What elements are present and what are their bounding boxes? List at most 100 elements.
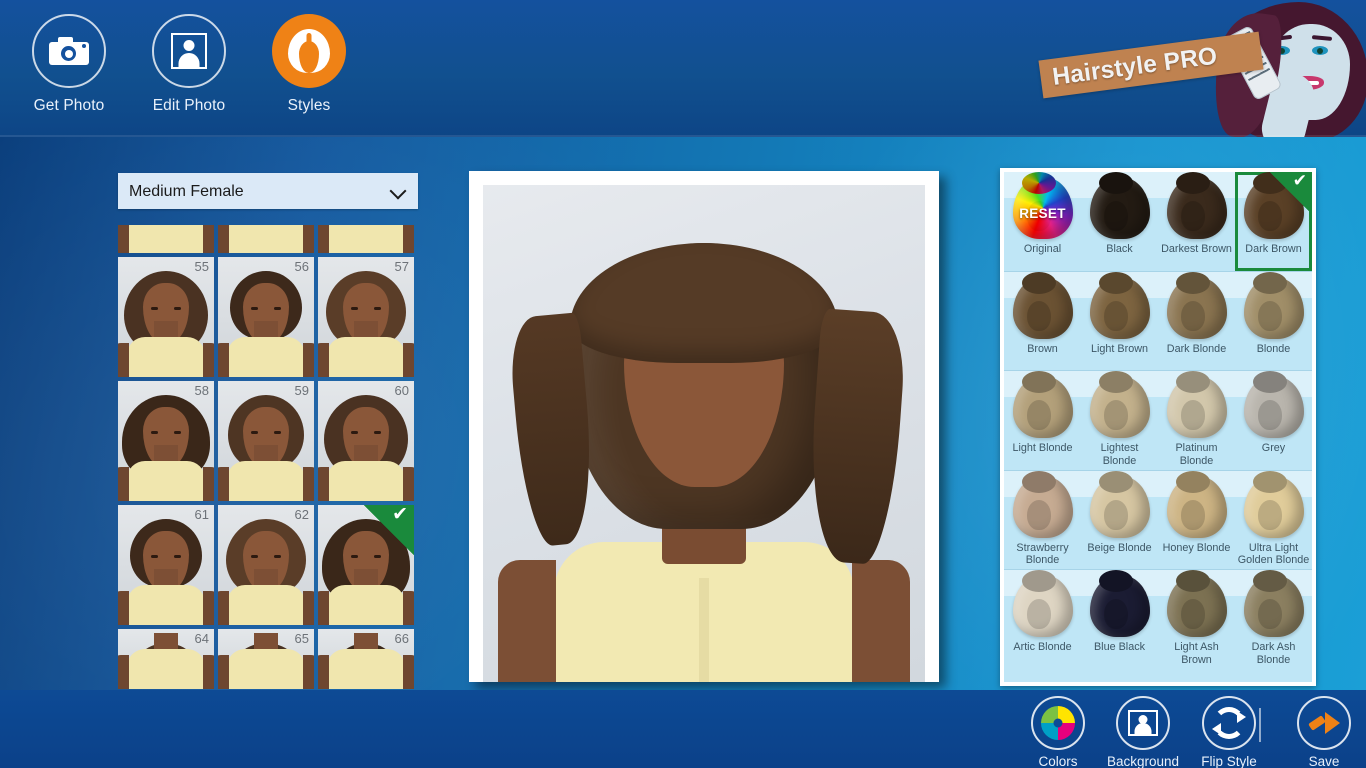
style-thumbnail-64[interactable]: 64 — [118, 629, 214, 689]
brand-logo: Hairstyle PRO — [1026, 0, 1366, 137]
get-photo-icon-ring — [32, 14, 106, 88]
color-wheel-icon — [1041, 706, 1075, 740]
color-name-label: Light Brown — [1090, 342, 1149, 355]
color-swatch-light-ash-brown[interactable]: Light Ash Brown — [1158, 570, 1235, 670]
thumbnail-number: 59 — [294, 383, 309, 398]
color-swatch-artic-blonde[interactable]: Artic Blonde — [1004, 570, 1081, 670]
color-name-label: Honey Blonde — [1162, 541, 1231, 554]
edit-photo-icon-ring — [152, 14, 226, 88]
list-item[interactable] — [318, 225, 414, 253]
photo-preview-panel[interactable] — [469, 171, 939, 682]
color-swatch-light-brown[interactable]: Light Brown — [1081, 272, 1158, 371]
color-swatch-blue-black[interactable]: Blue Black — [1081, 570, 1158, 670]
color-swatch-black[interactable]: Black — [1081, 172, 1158, 271]
thumbnail-row: 58 59 60 — [118, 381, 418, 501]
color-name-label: Strawberry Blonde — [1016, 541, 1069, 567]
color-name-label: Light Ash Brown — [1174, 641, 1219, 666]
toolbar-label-save: Save — [1308, 754, 1340, 768]
nav-button-styles[interactable]: Styles — [244, 14, 374, 115]
nav-label-edit-photo: Edit Photo — [152, 97, 226, 114]
bottom-toolbar: Colors Background Flip Style Save — [0, 690, 1366, 768]
color-swatch-strawberry-blonde[interactable]: Strawberry Blonde — [1004, 471, 1081, 570]
hair-swatch-icon — [1089, 475, 1150, 538]
nav-button-get-photo[interactable]: Get Photo — [4, 14, 134, 115]
color-name-label: Light Blonde — [1012, 442, 1073, 455]
color-name-label: Lightest Blonde — [1100, 442, 1139, 467]
thumbnail-row-partial — [118, 225, 418, 253]
list-item[interactable] — [118, 225, 214, 253]
style-thumbnail-56[interactable]: 56 — [218, 257, 314, 377]
hair-swatch-icon — [1243, 475, 1304, 538]
color-swatch-brown[interactable]: Brown — [1004, 272, 1081, 371]
color-swatch-dark-brown[interactable]: Dark Brown — [1235, 172, 1312, 271]
toolbar-button-flip-style[interactable]: Flip Style — [1175, 696, 1283, 768]
thumbnail-number: 64 — [194, 631, 209, 646]
style-category-dropdown[interactable]: Short FemaleMedium FemaleLong FemaleMale — [118, 173, 418, 209]
style-thumbnail-66[interactable]: 66 — [318, 629, 414, 689]
hairstyle-icon — [288, 29, 330, 73]
person-frame-icon — [171, 33, 207, 69]
color-swatch-lightest-blonde[interactable]: Lightest Blonde — [1081, 371, 1158, 470]
color-swatch-blonde[interactable]: Blonde — [1235, 272, 1312, 371]
style-thumbnail-58[interactable]: 58 — [118, 381, 214, 501]
color-swatch-dark-blonde[interactable]: Dark Blonde — [1158, 272, 1235, 371]
hair-swatch-icon — [1089, 575, 1150, 638]
hair-swatch-icon — [1243, 376, 1304, 439]
style-thumbnail-62[interactable]: 62 — [218, 505, 314, 625]
color-swatch-ultra-light-golden-blonde[interactable]: Ultra Light Golden Blonde — [1235, 471, 1312, 570]
background-icon-ring — [1116, 696, 1170, 750]
color-swatch-original[interactable]: RESET Original — [1004, 172, 1081, 271]
toolbar-divider — [1259, 708, 1261, 742]
reset-label: RESET — [1019, 206, 1066, 221]
color-name-label: Darkest Brown — [1161, 243, 1232, 255]
check-icon — [1270, 172, 1312, 214]
style-thumbnail-55[interactable]: 55 — [118, 257, 214, 377]
thumbnail-row: 55 56 57 — [118, 257, 418, 377]
hair-swatch-icon — [1166, 376, 1227, 439]
color-name-label: Dark Ash Blonde — [1251, 641, 1296, 666]
style-thumbnail-59[interactable]: 59 — [218, 381, 314, 501]
style-thumbnail-61[interactable]: 61 — [118, 505, 214, 625]
thumbnail-number: 65 — [294, 631, 309, 646]
color-swatch-grey[interactable]: Grey — [1235, 371, 1312, 470]
hair-color-palette[interactable]: RESET Original Black Darkest Brown Dark Brow… — [1000, 168, 1316, 686]
style-thumbnail-60[interactable]: 60 — [318, 381, 414, 501]
hair-swatch-icon — [1166, 276, 1227, 339]
thumbnail-row: 64 65 66 — [118, 629, 418, 689]
palette-row: Strawberry Blonde Beige Blonde Honey Blond… — [1004, 470, 1312, 571]
thumbnail-number: 57 — [394, 259, 409, 274]
color-swatch-darkest-brown[interactable]: Darkest Brown — [1158, 172, 1235, 271]
color-swatch-honey-blonde[interactable]: Honey Blonde — [1158, 471, 1235, 570]
hair-swatch-icon — [1012, 575, 1073, 638]
hair-swatch-icon — [1243, 575, 1304, 638]
hair-swatch-icon — [1012, 376, 1073, 439]
style-thumbnail-57[interactable]: 57 — [318, 257, 414, 377]
style-thumbnail-grid[interactable]: 55 56 57 58 59 60 61 62 63 64 65 66 — [118, 225, 418, 690]
toolbar-button-save[interactable]: Save — [1270, 696, 1366, 768]
color-swatch-dark-ash-blonde[interactable]: Dark Ash Blonde — [1235, 570, 1312, 670]
thumbnail-number: 60 — [394, 383, 409, 398]
thumbnail-number: 61 — [194, 507, 209, 522]
nav-button-edit-photo[interactable]: Edit Photo — [124, 14, 254, 115]
toolbar-label-flip-style: Flip Style — [1201, 754, 1257, 768]
thumbnail-number: 62 — [294, 507, 309, 522]
palette-row: Light Blonde Lightest Blonde Platinum Blon… — [1004, 371, 1312, 471]
thumbnail-number: 66 — [394, 631, 409, 646]
style-thumbnail-65[interactable]: 65 — [218, 629, 314, 689]
color-name-label: Original — [1023, 243, 1062, 255]
color-swatch-beige-blonde[interactable]: Beige Blonde — [1081, 471, 1158, 570]
list-item[interactable] — [218, 225, 314, 253]
color-name-label: Brown — [1027, 342, 1058, 355]
thumbnail-number: 55 — [194, 259, 209, 274]
style-thumbnail-63[interactable]: 63 — [318, 505, 414, 625]
color-name-label: Black — [1106, 243, 1133, 255]
hair-swatch-icon — [1166, 475, 1227, 538]
color-swatch-light-blonde[interactable]: Light Blonde — [1004, 371, 1081, 470]
nav-label-styles: Styles — [287, 97, 331, 114]
color-swatch-platinum-blonde[interactable]: Platinum Blonde — [1158, 371, 1235, 470]
color-name-label: Ultra Light Golden Blonde — [1237, 541, 1310, 567]
palette-row: Brown Light Brown Dark Blonde Blonde — [1004, 271, 1312, 372]
style-category-select[interactable]: Short FemaleMedium FemaleLong FemaleMale — [118, 173, 418, 209]
hair-swatch-icon — [1012, 276, 1073, 339]
app-header: Get Photo Edit Photo Styles Hairstyle PR… — [0, 0, 1366, 137]
